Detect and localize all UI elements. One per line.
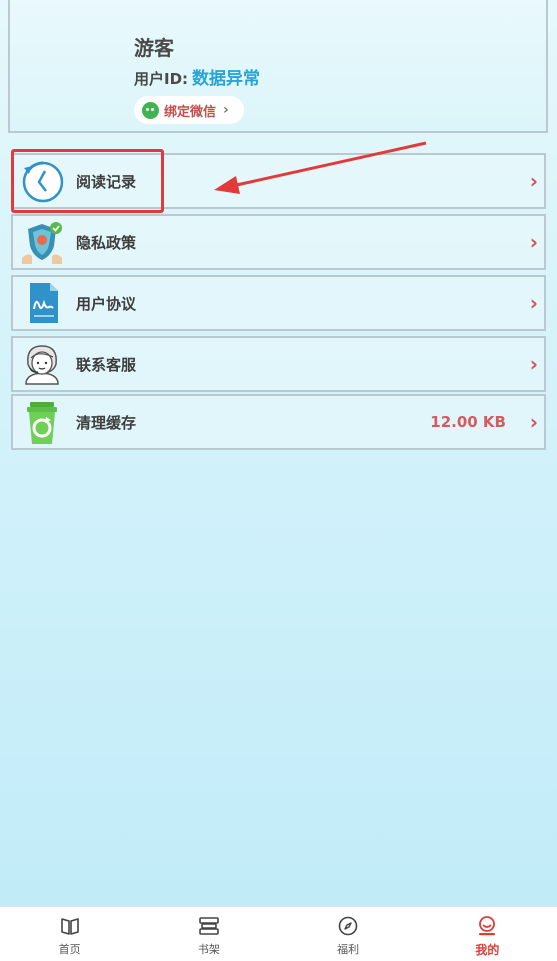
- user-id-value: 数据异常: [192, 69, 261, 89]
- menu-label: 用户协议: [76, 294, 137, 313]
- menu-item-reading-history[interactable]: 阅读记录 ›: [11, 153, 546, 209]
- menu-label: 联系客服: [76, 355, 137, 374]
- tab-welfare[interactable]: 福利: [279, 907, 418, 961]
- chevron-right-icon: ›: [223, 102, 229, 118]
- user-name: 游客: [134, 36, 174, 60]
- profile-card: 游客 用户ID: 数据异常 绑定微信 ›: [8, 0, 548, 133]
- tab-label: 福利: [337, 943, 360, 956]
- bind-wechat-label: 绑定微信: [164, 104, 217, 120]
- customer-service-icon: [25, 345, 59, 385]
- menu-item-user-agreement[interactable]: 用户协议 ›: [11, 275, 546, 331]
- user-id-label: 用户ID:: [134, 70, 189, 88]
- bind-wechat-button[interactable]: 绑定微信 ›: [134, 96, 244, 124]
- menu-item-privacy-policy[interactable]: 隐私政策 ›: [11, 214, 546, 270]
- chevron-right-icon: ›: [529, 352, 538, 376]
- signature-document-icon: [30, 283, 58, 323]
- user-face-icon: [479, 916, 496, 936]
- recycle-bin-icon: [27, 402, 57, 444]
- menu-label: 隐私政策: [76, 233, 137, 252]
- chevron-right-icon: ›: [529, 410, 538, 434]
- menu-item-customer-service[interactable]: 联系客服 ›: [11, 336, 546, 392]
- tab-bookshelf[interactable]: 书架: [139, 907, 278, 961]
- menu-item-clear-cache[interactable]: 清理缓存 12.00 KB ›: [11, 394, 546, 450]
- menu-label: 清理缓存: [76, 413, 137, 432]
- bookshelf-icon: [199, 917, 219, 935]
- wechat-icon: [142, 101, 159, 119]
- chevron-right-icon: ›: [529, 291, 538, 315]
- tab-home[interactable]: 首页: [0, 907, 139, 961]
- tab-label: 书架: [197, 943, 220, 956]
- shield-privacy-icon: [22, 222, 62, 264]
- tab-mine[interactable]: 我的: [418, 907, 557, 961]
- tab-label: 首页: [58, 943, 81, 956]
- cache-size-value: 12.00 KB: [430, 413, 506, 431]
- bottom-tab-bar: 首页 书架 福利 我的: [0, 906, 557, 961]
- user-id-row: 用户ID: 数据异常: [134, 64, 260, 89]
- chevron-right-icon: ›: [529, 169, 538, 193]
- chevron-right-icon: ›: [529, 230, 538, 254]
- tab-label: 我的: [475, 943, 500, 957]
- menu-label: 阅读记录: [76, 172, 137, 191]
- clock-history-icon: [22, 161, 64, 203]
- book-open-icon: [60, 918, 79, 935]
- annotation-arrow: [214, 141, 427, 194]
- compass-icon: [338, 916, 358, 936]
